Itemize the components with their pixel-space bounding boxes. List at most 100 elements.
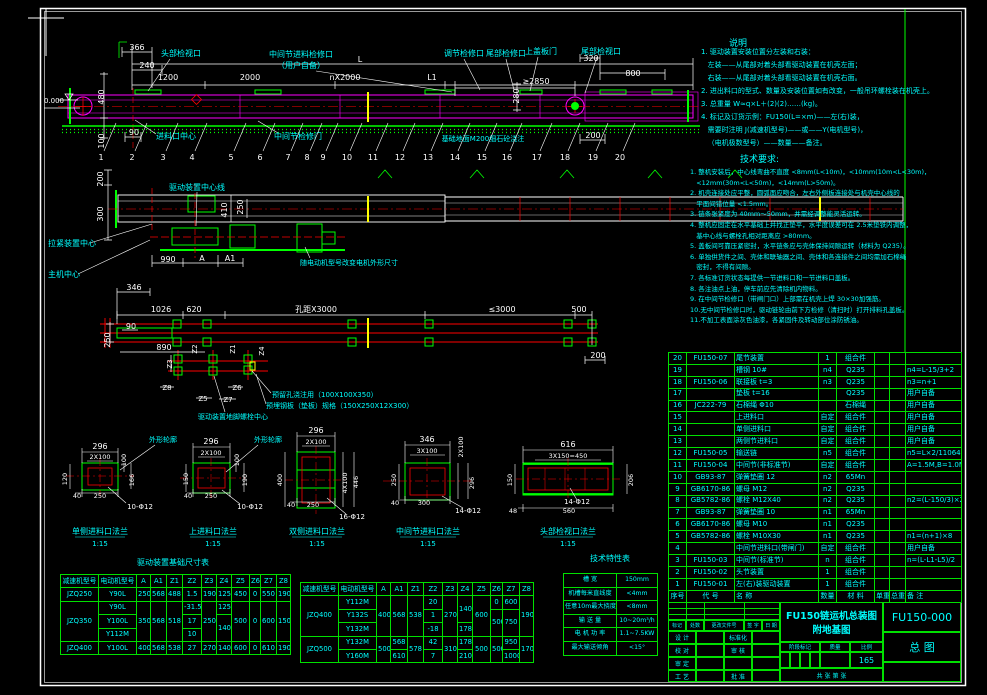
dim-cell: 568	[150, 587, 167, 602]
dim-cell: Z1	[407, 581, 424, 597]
bom-cell: 中间节(标准节)	[734, 554, 819, 568]
dim-cell: 310	[442, 635, 458, 664]
bom-cell: Q235	[836, 387, 875, 401]
dim-text: 100	[120, 454, 128, 466]
bom-cell: 自定	[818, 423, 837, 437]
bom-cell	[905, 577, 962, 591]
bom-cell	[905, 470, 962, 484]
dim-text: 调节检修口	[444, 48, 484, 58]
bom-cell: 两侧节进料口	[734, 435, 819, 449]
dim-cell: Z3	[201, 573, 217, 589]
blank-cell	[724, 657, 752, 670]
bom-cell	[874, 542, 890, 556]
dim-text: 40	[391, 499, 399, 507]
dim-cell: 250	[136, 587, 151, 602]
dim-cell: A	[376, 581, 391, 597]
stage-cell	[780, 652, 790, 668]
dim-cell: 600	[231, 640, 250, 656]
tech-characteristics-table: 槽 宽 150mm 机槽每米直线度 <4mm 任意10m最大挠度 <8mm 输 送 量 10~…	[563, 573, 658, 656]
bom-cell: 9	[668, 482, 687, 496]
bom-cell: n5	[818, 447, 837, 461]
dim-text: 上盖板门	[525, 46, 557, 56]
dim-text: 10-Φ12	[237, 503, 263, 511]
dim-cell: Y90L	[98, 600, 137, 616]
dim-text: nX2000	[330, 73, 361, 82]
dim-text: 预埋钢板（垫板）规格（150X250X12X300）	[266, 401, 413, 410]
rev-mark-label: 标记	[668, 620, 686, 631]
bom-cell: 用户自备	[905, 423, 962, 437]
bom-cell: 弹簧垫圈 10	[734, 506, 819, 520]
dim-text: 346	[126, 283, 141, 292]
drawing-title-line1: FU150链运机总装图	[785, 611, 878, 622]
bom-cell: 单重	[874, 589, 890, 603]
dim-text: 主机中心	[48, 269, 80, 279]
bom-cell: n2=(L-150/3)×2	[905, 494, 962, 508]
bom-cell: 用户自备	[905, 387, 962, 401]
bom-cell: n4	[818, 363, 837, 377]
dim-text: 随电动机型号改变电机外形尺寸	[300, 258, 398, 267]
bom-cell: 用户自备	[905, 411, 962, 425]
balloon: 14	[450, 153, 460, 162]
bom-cell: FU150-02	[686, 566, 735, 579]
tech-cell: 槽 宽	[563, 573, 617, 588]
balloon: 13	[423, 153, 433, 162]
bom-cell	[686, 542, 735, 556]
balloon: 10	[342, 153, 352, 162]
bom-cell	[874, 423, 890, 437]
tech-req-title: 技术要求:	[740, 155, 780, 165]
dim-text: Z8	[162, 384, 171, 392]
bom-cell: 13	[668, 435, 687, 449]
dim-cell: Y100L	[98, 640, 137, 656]
dim-cell: Y132M	[338, 635, 377, 650]
balloon: 19	[588, 153, 598, 162]
dim-cell: 350	[136, 600, 151, 642]
foundation-dim-table-1: 减速机型号 电动机型号 A A1 Z1 Z2 Z3 Z4 Z5 Z6 Z7 Z8 JZQ250 Y90L 2…	[60, 573, 291, 656]
auditor-sign	[752, 644, 780, 657]
bom-cell	[889, 530, 906, 544]
dim-cell: 178	[457, 635, 473, 650]
tech-cell: 150mm	[616, 573, 658, 588]
rev-doc-label: 更改文件号	[704, 620, 744, 631]
bom-cell: 16	[668, 399, 687, 413]
leader-line	[349, 122, 363, 152]
dim-cell: 140	[216, 614, 232, 642]
auditor-label: 审 核	[724, 644, 752, 657]
bom-cell	[889, 518, 906, 532]
dim-text: A	[199, 254, 205, 263]
dim-cell: 178	[457, 622, 473, 637]
bom-cell: GB93-87	[686, 470, 735, 484]
bom-cell	[889, 447, 906, 461]
bom-cell: 18	[668, 375, 687, 389]
dim-text: 1:15	[420, 540, 436, 548]
cad-sheet: 366 240 1200 2000 nX2000 L L1 ≥2850 320 800 200 90 0…	[0, 0, 987, 695]
bom-cell: 1	[818, 352, 837, 365]
bom-cell: 垫板 t=16	[734, 387, 819, 401]
dim-text: L	[358, 55, 363, 64]
weight-label: 质量	[820, 642, 850, 652]
ratifier-sign	[752, 670, 780, 682]
dim-text: 200	[96, 171, 105, 186]
dim-text: 单侧进料口法兰	[72, 526, 128, 536]
dim-text: 尾部检修口	[486, 48, 526, 58]
dim-cell: Y132M	[338, 622, 377, 637]
dim-cell: Z1	[166, 573, 183, 589]
leader-line	[89, 223, 153, 244]
dim-text: 250	[205, 492, 217, 500]
dim-text: 外形轮廓	[254, 435, 282, 444]
stage-cell	[800, 652, 810, 668]
dim-cell: 190	[276, 640, 291, 656]
dim-cell: A1	[390, 581, 408, 597]
tech-cell: 1.1~7.5KW	[616, 627, 658, 642]
bom-cell: 组合件	[836, 566, 875, 579]
blank-cell	[883, 662, 961, 682]
bom-cell	[874, 482, 890, 496]
dim-text: 890	[156, 343, 171, 352]
tech-cell: 任意10m最大挠度	[563, 600, 617, 615]
dim-text: 40	[184, 492, 192, 500]
bom-cell: 19	[668, 363, 687, 377]
dim-text: 206	[627, 474, 635, 486]
dim-cell: 400	[376, 595, 391, 637]
dim-text: 560	[563, 507, 575, 515]
bom-cell: Q235	[836, 518, 875, 532]
bom-cell: 10	[668, 470, 687, 484]
